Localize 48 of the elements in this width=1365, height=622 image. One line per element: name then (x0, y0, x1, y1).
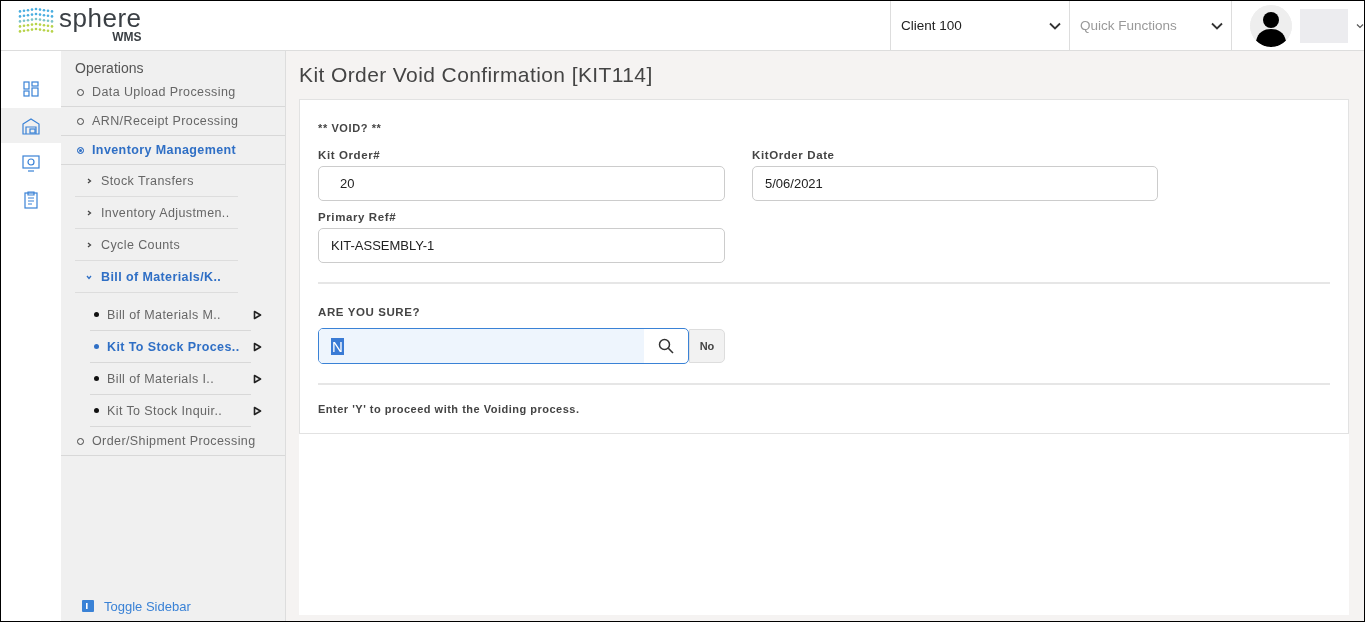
bullet-icon (94, 344, 99, 349)
submenu-item[interactable]: Bill of Materials M.. (90, 299, 251, 331)
input-field[interactable]: 5/06/2021 (752, 166, 1158, 201)
submenu-item[interactable]: Kit To Stock Inquir.. (90, 395, 251, 427)
monitor-icon (21, 152, 41, 173)
submenu-item[interactable]: Bill of Materials I.. (90, 363, 251, 395)
value-description: No (689, 329, 725, 363)
toggle-sidebar-link[interactable]: Toggle Sidebar (61, 595, 191, 621)
menu-item[interactable]: ARN/Receipt Processing (61, 107, 285, 136)
chevron-down-icon (1211, 21, 1223, 30)
logo-subtitle: WMS (112, 31, 142, 43)
section-label: ** VOID? ** (318, 122, 383, 134)
input-field[interactable]: 20 (318, 166, 725, 201)
play-triangle-icon[interactable] (253, 406, 262, 416)
input-field[interactable]: KIT-ASSEMBLY-1 (318, 228, 725, 263)
play-triangle-icon[interactable] (253, 342, 262, 352)
submenu-item[interactable]: Bill of Materials/K.. (75, 261, 238, 293)
menu-heading: Operations (74, 60, 144, 76)
sidebar-toggle-icon (82, 600, 94, 612)
submenu-item[interactable]: Stock Transfers (75, 165, 238, 197)
field-label: ARE YOU SURE? (318, 306, 421, 318)
search-icon[interactable] (658, 338, 674, 354)
submenu-item[interactable]: Cycle Counts (75, 229, 238, 261)
submenu-item[interactable]: Inventory Adjustmen.. (75, 197, 238, 229)
lookup-field[interactable]: N (318, 328, 689, 364)
field-label: Kit Order# (318, 149, 381, 161)
submenu-item[interactable]: Kit To Stock Proces.. (90, 331, 251, 363)
page-title: Kit Order Void Confirmation [KIT114] (299, 63, 653, 87)
bullet-icon (94, 312, 99, 317)
menu-item[interactable]: Data Upload Processing (61, 78, 285, 107)
field-label: Primary Ref# (318, 211, 397, 223)
field-label: KitOrder Date (752, 149, 835, 161)
chevron-right-icon (85, 208, 93, 217)
chevron-down-icon[interactable] (1356, 22, 1364, 29)
chevron-right-icon (85, 176, 93, 185)
play-triangle-icon[interactable] (253, 310, 262, 320)
hint-text: Enter 'Y' to proceed with the Voiding process. (318, 403, 581, 415)
play-triangle-icon[interactable] (253, 374, 262, 384)
chevron-right-icon (85, 240, 93, 249)
bullet-icon (94, 408, 99, 413)
bullet-icon (94, 376, 99, 381)
clipboard-icon (21, 189, 41, 210)
logo-wordmark: sphere (59, 5, 142, 31)
menu-item[interactable]: Inventory Management (61, 136, 285, 165)
menu-item[interactable]: Order/Shipment Processing (61, 427, 285, 456)
logo-globe-icon (17, 5, 55, 35)
dashboard-icon (21, 78, 41, 99)
chevron-down-icon (1049, 21, 1061, 30)
